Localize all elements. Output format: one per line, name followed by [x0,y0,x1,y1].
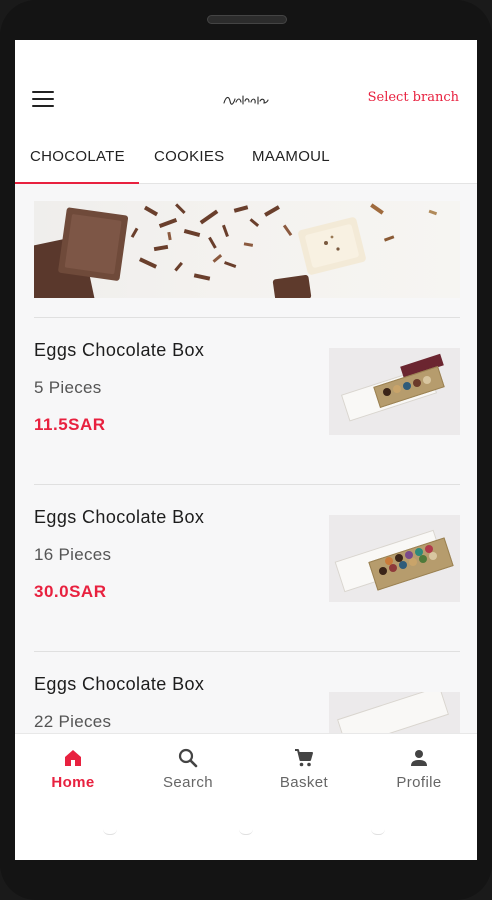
product-price: 30.0SAR [34,582,107,601]
divider [34,317,460,318]
chocolate-banner-image [34,201,460,298]
nav-basket-label: Basket [279,774,329,791]
nav-profile[interactable]: Profile [369,746,469,798]
divider [34,651,460,652]
person-icon [411,750,427,766]
product-quantity: 16 Pieces [34,545,112,564]
product-card[interactable]: Eggs Chocolate Box 16 Pieces 30.0SAR [15,507,477,637]
app-screen: Select branch CHOCOLATE COOKIES MAAMOUL [15,40,477,860]
product-price: 11.5SAR [34,415,106,434]
divider [34,484,460,485]
product-quantity: 5 Pieces [34,378,102,397]
bottom-navigation: Home Search Basket Profile [15,733,477,860]
product-quantity: 22 Pieces [34,712,112,731]
system-back-button[interactable] [103,829,117,835]
product-image [329,348,460,435]
cart-icon [295,749,313,767]
nav-search-label: Search [163,774,213,791]
product-name: Eggs Chocolate Box [34,674,205,694]
brand-logo [222,92,270,108]
tab-maamoul[interactable]: MAAMOUL [252,148,330,184]
tab-chocolate[interactable]: CHOCOLATE [15,148,139,184]
search-icon [178,748,198,768]
product-image [329,515,460,602]
product-name: Eggs Chocolate Box [34,507,205,527]
phone-frame: Select branch CHOCOLATE COOKIES MAAMOUL [0,0,492,900]
system-home-button[interactable] [239,829,253,835]
nav-home[interactable]: Home [23,746,123,798]
system-nav-bar [15,829,477,839]
home-icon [65,750,81,766]
category-tabs: CHOCOLATE COOKIES MAAMOUL [15,140,477,184]
nav-home-label: Home [51,774,95,791]
tab-cookies[interactable]: COOKIES [154,148,224,184]
speaker-grille [207,15,287,24]
nav-basket[interactable]: Basket [254,746,354,798]
system-recents-button[interactable] [371,829,385,835]
nav-profile-label: Profile [396,774,442,791]
product-card[interactable]: Eggs Chocolate Box 5 Pieces 11.5SAR [15,340,477,470]
product-name: Eggs Chocolate Box [34,340,205,360]
select-branch-button[interactable]: Select branch [368,90,459,105]
nav-search[interactable]: Search [138,746,238,798]
menu-icon[interactable] [32,91,54,107]
